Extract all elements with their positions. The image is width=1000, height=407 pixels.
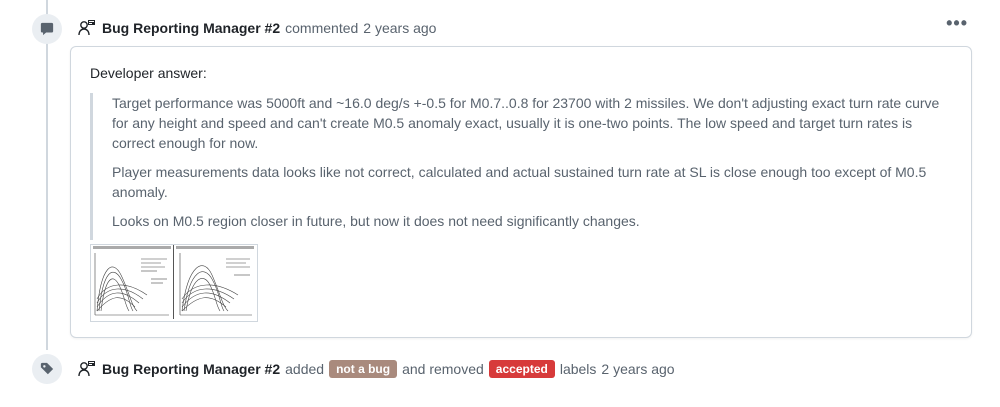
comment-icon: [40, 22, 54, 36]
label-event-author[interactable]: Bug Reporting Manager #2: [102, 361, 280, 377]
comment-author[interactable]: Bug Reporting Manager #2: [102, 20, 280, 36]
avatar[interactable]: [78, 360, 96, 378]
quote-paragraph: Looks on M0.5 region closer in future, b…: [112, 213, 640, 229]
kebab-horizontal-icon[interactable]: •••: [946, 14, 968, 32]
chart-thumbnail: [174, 245, 256, 319]
tag-icon: [40, 362, 54, 375]
label-accepted[interactable]: accepted: [488, 360, 555, 378]
timeline-line: [46, 0, 48, 350]
comment-time[interactable]: 2 years ago: [363, 20, 436, 36]
quote-paragraph: Target performance was 5000ft and ~16.0 …: [112, 95, 940, 151]
chart-thumbnail: [91, 245, 174, 319]
label-event-added-text: added: [285, 361, 325, 377]
quote-paragraph: Player measurements data looks like not …: [112, 164, 927, 200]
blockquote: Target performance was 5000ft and ~16.0 …: [90, 93, 954, 240]
label-event-row: Bug Reporting Manager #2 added not a bug…: [78, 360, 675, 378]
comment-intro: Developer answer:: [90, 65, 207, 81]
label-not-a-bug[interactable]: not a bug: [329, 360, 398, 378]
label-event-suffix: labels: [559, 361, 597, 377]
comment-body: Developer answer: Target performance was…: [70, 46, 972, 338]
label-event-removed-text: and removed: [402, 361, 484, 377]
comment-badge: [32, 14, 62, 44]
label-event-time[interactable]: 2 years ago: [601, 361, 674, 377]
avatar[interactable]: [78, 19, 96, 37]
comment-header: Bug Reporting Manager #2 commented 2 yea…: [78, 19, 436, 37]
comment-action: commented: [285, 20, 359, 36]
label-event-badge: [32, 354, 62, 384]
attachment-image[interactable]: [90, 244, 258, 322]
